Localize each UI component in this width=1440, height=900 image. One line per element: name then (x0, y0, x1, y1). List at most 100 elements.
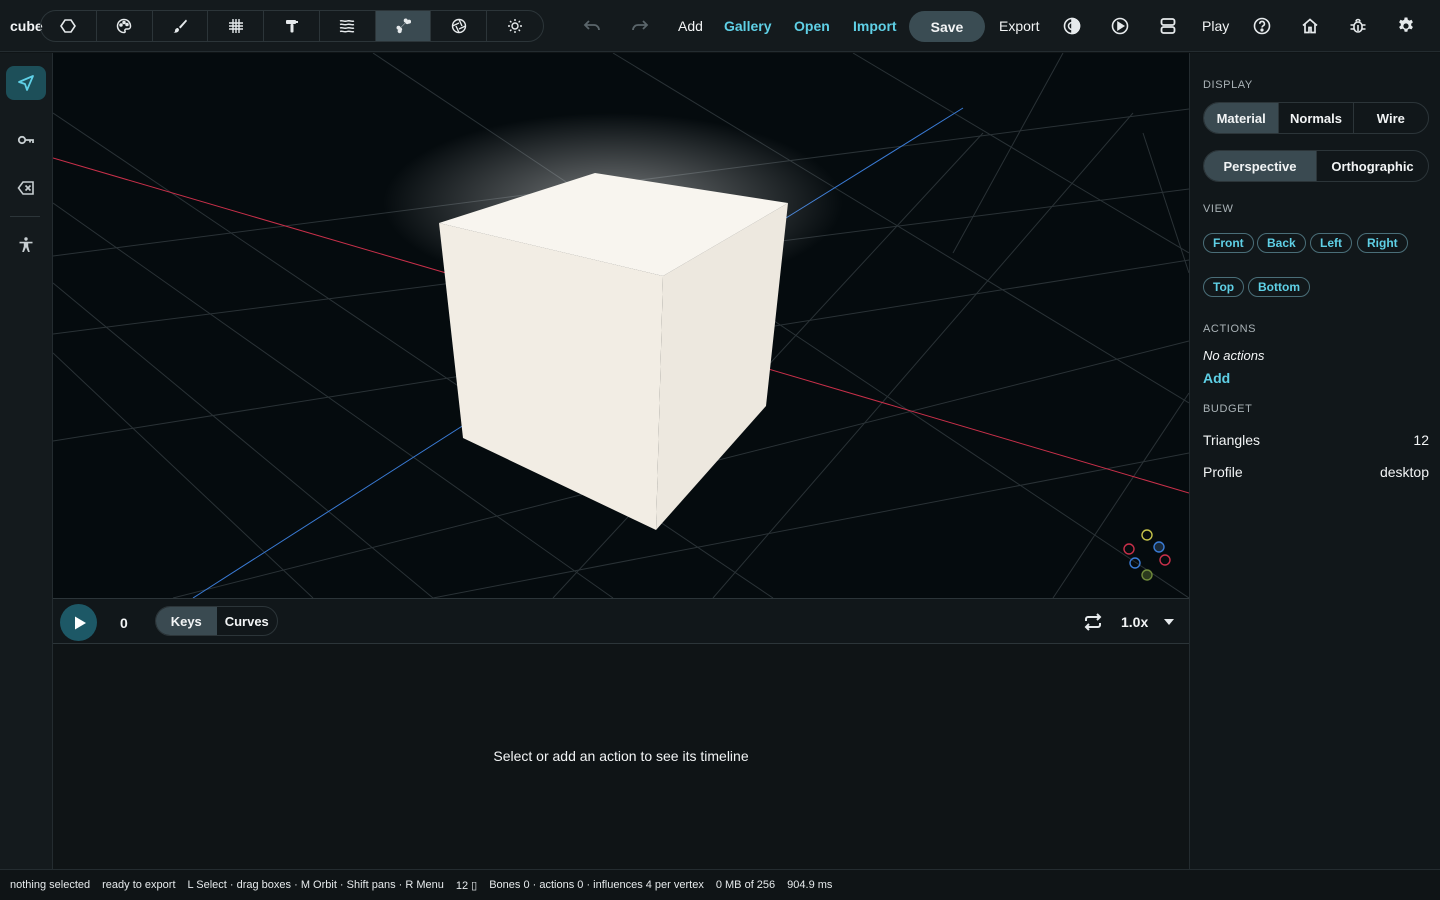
bones-status: Bones 0 · actions 0 · influences 4 per v… (489, 879, 704, 891)
cube-mesh[interactable] (439, 173, 788, 530)
perspective-button[interactable]: Perspective (1204, 151, 1317, 181)
settings-button[interactable] (1394, 14, 1418, 38)
hexagon-icon (60, 19, 77, 33)
timeline-track-area[interactable]: Select or add an action to see its timel… (53, 644, 1189, 869)
view-front-button[interactable]: Front (1203, 233, 1254, 253)
grid-icon (228, 19, 243, 33)
key-icon (17, 135, 34, 145)
play-button[interactable]: Play (1202, 18, 1229, 34)
profile-value: desktop (1379, 464, 1429, 480)
shape-tool-button[interactable] (41, 11, 97, 41)
accessibility-icon (19, 237, 33, 252)
redo-icon (632, 20, 649, 31)
palette-icon (116, 18, 132, 34)
add-action-link[interactable]: Add (1203, 370, 1230, 386)
export-button[interactable]: Export (999, 18, 1039, 34)
grid-tool-button[interactable] (208, 11, 265, 41)
bone-tool-button[interactable] (375, 11, 432, 41)
frame-time: 904.9 ms (787, 879, 833, 891)
backspace-icon (17, 181, 34, 195)
chevron-down-icon[interactable] (1163, 618, 1175, 626)
timeline-empty-message: Select or add an action to see its timel… (493, 748, 749, 764)
selection-status: nothing selected (10, 879, 91, 891)
keys-button[interactable] (6, 123, 46, 157)
3d-viewport[interactable] (53, 53, 1189, 598)
left-rail (0, 53, 53, 869)
view-left-button[interactable]: Left (1310, 233, 1352, 253)
rail-divider (10, 216, 40, 217)
display-section-label: DISPLAY (1203, 79, 1253, 91)
profile-row: Profile desktop (1203, 464, 1429, 480)
bug-icon (1350, 18, 1366, 33)
orthographic-button[interactable]: Orthographic (1317, 151, 1428, 181)
display-mode-group: Material Normals Wire (1203, 102, 1429, 134)
view-right-button[interactable]: Right (1357, 233, 1408, 253)
redo-button[interactable] (628, 14, 652, 38)
display-normals-button[interactable]: Normals (1279, 103, 1354, 133)
actions-section-label: ACTIONS (1203, 323, 1257, 335)
accessibility-button[interactable] (6, 228, 46, 262)
home-icon (1302, 18, 1318, 34)
timeline-controls: 0 Keys Curves 1.0x (53, 598, 1189, 644)
timeline-play-button[interactable] (60, 604, 97, 641)
view-section-label: VIEW (1203, 203, 1234, 215)
keys-tab[interactable]: Keys (156, 607, 217, 635)
top-toolbar: cube Add Gallery Open Import Save Export… (0, 0, 1440, 52)
hammer-tool-button[interactable] (264, 11, 320, 41)
view-bottom-button[interactable]: Bottom (1248, 277, 1310, 297)
aperture-icon (451, 18, 467, 34)
display-material-button[interactable]: Material (1204, 103, 1280, 133)
paint-tool-button[interactable] (97, 11, 153, 41)
home-button[interactable] (1298, 14, 1322, 38)
status-bar: nothing selected ready to export L Selec… (0, 869, 1440, 900)
preview-play-button[interactable] (1108, 14, 1132, 38)
help-button[interactable] (1250, 14, 1274, 38)
triangles-row: Triangles 12 (1203, 432, 1429, 448)
brush-icon (173, 19, 187, 33)
layout-button[interactable] (1156, 14, 1180, 38)
scene-canvas[interactable] (53, 53, 1189, 598)
loop-button[interactable] (1082, 611, 1104, 633)
display-wire-button[interactable]: Wire (1354, 103, 1428, 133)
project-name: cube (10, 18, 43, 34)
orientation-gizmo[interactable] (1119, 527, 1175, 583)
contrast-button[interactable] (1060, 14, 1084, 38)
layout-split-icon (1160, 18, 1176, 34)
gear-icon (1399, 17, 1413, 32)
save-button[interactable]: Save (909, 11, 985, 42)
view-back-button[interactable]: Back (1257, 233, 1306, 253)
undo-button[interactable] (580, 14, 604, 38)
import-link[interactable]: Import (853, 18, 897, 34)
hammer-icon (285, 20, 298, 33)
projection-group: Perspective Orthographic (1203, 150, 1429, 182)
material-tool-button[interactable] (431, 11, 488, 41)
brush-tool-button[interactable] (153, 11, 209, 41)
triangles-label: Triangles (1203, 432, 1261, 448)
add-button[interactable]: Add (678, 18, 703, 34)
view-top-button[interactable]: Top (1203, 277, 1245, 297)
gallery-link[interactable]: Gallery (724, 18, 771, 34)
light-tool-button[interactable] (487, 11, 543, 41)
select-mode-button[interactable] (6, 66, 46, 100)
open-link[interactable]: Open (794, 18, 830, 34)
bone-icon (396, 18, 412, 34)
waves-icon (339, 20, 355, 33)
undo-icon (583, 20, 600, 31)
x-axis-line (720, 354, 1189, 494)
triangle-count: 12 ▯ (455, 879, 478, 892)
profile-label: Profile (1203, 464, 1243, 480)
current-frame: 0 (120, 615, 128, 631)
clear-button[interactable] (6, 171, 46, 205)
budget-section-label: BUDGET (1203, 403, 1253, 415)
help-icon (1253, 17, 1271, 35)
memory-status: 0 MB of 256 (715, 879, 776, 891)
playback-speed[interactable]: 1.0x (1121, 614, 1148, 630)
contrast-icon (1063, 17, 1081, 35)
curves-tab[interactable]: Curves (217, 607, 278, 635)
triangles-value: 12 (1413, 432, 1429, 448)
layers-tool-button[interactable] (320, 11, 376, 41)
play-icon (74, 616, 86, 629)
cube-front-face (439, 223, 663, 530)
no-actions-text: No actions (1203, 348, 1265, 363)
debug-button[interactable] (1346, 14, 1370, 38)
